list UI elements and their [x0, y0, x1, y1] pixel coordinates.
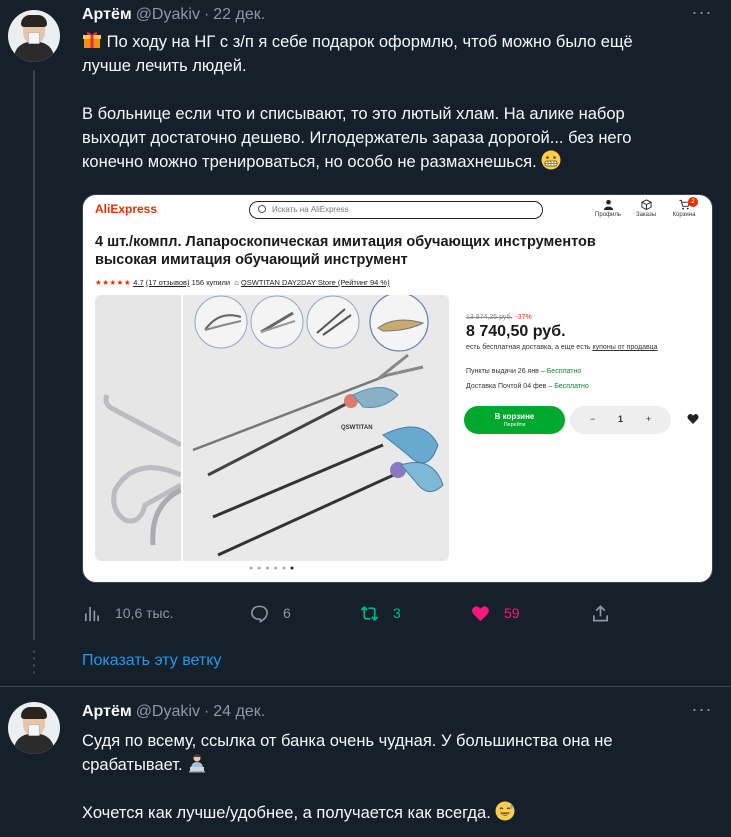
tweet-line: Судя по всему, ссылка от банка очень чуд…	[82, 732, 613, 750]
brand-label: QSWTITAN	[341, 425, 373, 431]
search-icon	[258, 205, 266, 213]
tweet-header: Артём @Dyakiv · 24 дек.	[82, 701, 265, 723]
aliexpress-search: Искать на AliExpress	[249, 201, 543, 219]
store-icon: ⌂	[234, 278, 239, 287]
retweet-button[interactable]: 3	[360, 597, 401, 629]
author-name[interactable]: Артём	[82, 6, 132, 24]
aliexpress-logo: AliExpress	[95, 202, 158, 216]
separator-dot: ·	[203, 703, 210, 720]
person-icon	[603, 199, 613, 210]
tweet-1[interactable]: Артём @Dyakiv · 22 дек. ··· По ходу на Н…	[0, 0, 731, 640]
tweet-line: срабатывает.	[82, 756, 183, 774]
instruments-image: QSWTITAN	[192, 295, 444, 557]
nav-orders: Заказы	[629, 199, 663, 218]
author-handle[interactable]: @Dyakiv	[136, 703, 200, 721]
rating-stars: ★★★★★	[95, 278, 132, 287]
heart-icon	[687, 413, 699, 424]
aliexpress-header: AliExpress Искать на AliExpress Профиль …	[83, 195, 712, 225]
tweet-actions: 10,6 тыс. 6 3 59	[82, 597, 722, 631]
avatar[interactable]	[8, 10, 60, 62]
tweet-line: В больнице если что и списывают, то это …	[82, 105, 625, 123]
product-thumbnail	[95, 295, 181, 561]
more-options-icon[interactable]: ···	[690, 700, 714, 723]
retweet-count: 3	[393, 605, 401, 621]
box-icon	[640, 199, 652, 210]
store-name: QSWTITAN DAY2DAY Store (Рейтинг 94 %)	[240, 278, 390, 287]
product-title: 4 шт./компл. Лапароскопическая имитация …	[95, 234, 596, 268]
reply-count: 6	[283, 605, 291, 621]
views-stat[interactable]: 10,6 тыс.	[82, 597, 174, 629]
avatar[interactable]	[8, 702, 60, 754]
tweet-date[interactable]: 24 дек.	[213, 703, 265, 721]
bought-count: 156 купили	[191, 278, 231, 287]
views-icon	[84, 606, 100, 621]
share-button[interactable]	[591, 597, 624, 629]
tweet-line: выходит достаточно дешево. Иглодержатель…	[82, 129, 632, 147]
cart-badge: 2	[688, 197, 698, 207]
more-options-icon[interactable]: ···	[690, 3, 714, 26]
attached-image[interactable]: AliExpress Искать на AliExpress Профиль …	[82, 194, 713, 583]
grimacing-emoji-icon	[541, 150, 561, 170]
discount-badge: -37%	[515, 314, 532, 321]
reviews-count: (17 отзывов)	[145, 278, 190, 287]
in-cart-button: В корзине Перейти	[464, 406, 565, 434]
post-info: Доставка Почтой 04 фев – Бесплатно	[466, 383, 589, 390]
like-count: 59	[504, 605, 520, 621]
author-handle[interactable]: @Dyakiv	[136, 6, 200, 24]
gift-emoji-icon	[83, 32, 101, 48]
pickup-info: Пункты выдачи 26 янв – Бесплатно	[466, 368, 582, 375]
quantity-stepper: − 1 +	[570, 406, 671, 434]
product-main-image: QSWTITAN	[183, 295, 449, 561]
current-price: 8 740,50 руб.	[466, 323, 566, 340]
tweet-date[interactable]: 22 дек.	[213, 6, 265, 24]
old-price: 13 874,25 руб. -37%	[466, 314, 532, 321]
product-meta: ★★★★★ 4.7 (17 отзывов) 156 купили ⌂ QSWT…	[95, 278, 390, 287]
reply-icon	[251, 605, 268, 623]
carousel-dots: ● ● ● ● ● ●	[249, 565, 296, 572]
retweet-icon	[360, 605, 379, 621]
search-placeholder: Искать на AliExpress	[272, 205, 349, 214]
reply-button[interactable]: 6	[250, 597, 291, 629]
views-count: 10,6 тыс.	[115, 605, 174, 621]
author-name[interactable]: Артём	[82, 703, 132, 721]
tweet-line: По ходу на НГ с з/п я себе подарок оформ…	[106, 33, 633, 51]
separator-dot: ·	[203, 6, 210, 23]
tweet-2[interactable]: Артём @Dyakiv · 24 дек. ··· Судя по всем…	[0, 687, 731, 837]
shipping-info: есть бесплатная доставка, а еще есть куп…	[466, 344, 658, 351]
show-thread-link[interactable]: Показать эту ветку	[82, 652, 221, 670]
tweet-line: конечно можно тренироваться, но особо не…	[82, 153, 537, 171]
coupons-link: купоны от продавца	[592, 344, 658, 351]
nav-cart: Корзина 2	[667, 197, 701, 218]
sweat-smile-emoji-icon	[495, 801, 515, 821]
tweet-line: Хочется как лучше/удобнее, а получается …	[82, 804, 491, 822]
heart-filled-icon	[472, 605, 489, 621]
thread-line-dots	[33, 650, 35, 678]
tweet-header: Артём @Dyakiv · 22 дек.	[82, 4, 265, 26]
like-button[interactable]: 59	[471, 597, 520, 629]
nav-profile: Профиль	[591, 199, 625, 218]
instrument-closeup-image	[103, 394, 181, 546]
tweet-text: Судя по всему, ссылка от банка очень чуд…	[82, 729, 712, 825]
share-icon	[592, 604, 609, 621]
tweet-text: По ходу на НГ с з/п я себе подарок оформ…	[82, 30, 712, 174]
tweet-line: лучше лечить людей.	[82, 57, 247, 75]
person-with-laptop-emoji-icon	[189, 754, 206, 773]
rating-value: 4.7	[133, 278, 144, 287]
